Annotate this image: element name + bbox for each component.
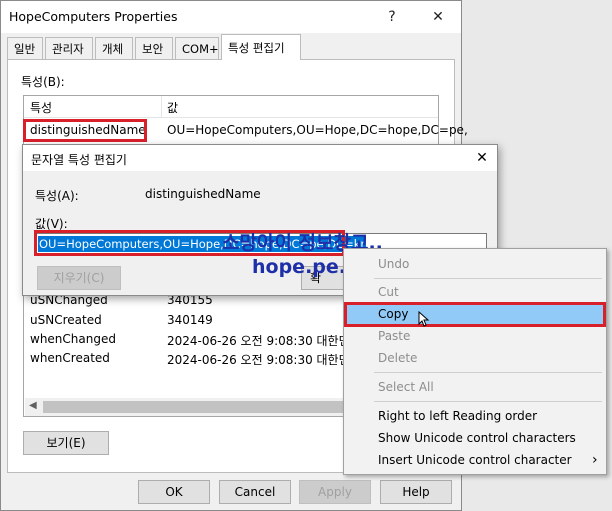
menu-item-cut[interactable]: Cut xyxy=(346,281,604,303)
tab-object[interactable]: 개체 xyxy=(95,37,133,59)
row-attribute-name: whenChanged xyxy=(30,332,116,346)
attributes-label: 특성(B): xyxy=(21,75,65,89)
row-attribute-value: 340149 xyxy=(167,313,213,327)
menu-item-select-all[interactable]: Select All xyxy=(346,376,604,398)
apply-button[interactable]: Apply xyxy=(299,480,371,504)
menu-item-insert-unicode-control[interactable]: Insert Unicode control character xyxy=(346,449,604,471)
attribute-field-value: distinguishedName xyxy=(145,187,261,201)
help-button[interactable]: ? xyxy=(377,5,407,29)
scroll-left-icon[interactable]: ◀ xyxy=(29,400,37,411)
dialog-close-icon[interactable]: ✕ xyxy=(471,147,493,169)
list-header: 특성 값 xyxy=(24,96,438,118)
menu-item-delete[interactable]: Delete xyxy=(346,347,604,369)
tab-manager[interactable]: 관리자 xyxy=(45,37,93,59)
menu-separator xyxy=(374,372,602,373)
close-button[interactable]: ✕ xyxy=(423,5,453,29)
annotation-box xyxy=(344,302,606,327)
submenu-chevron-icon: › xyxy=(592,452,598,468)
cancel-button[interactable]: Cancel xyxy=(219,480,291,504)
dialog-title: 문자열 특성 편집기 xyxy=(31,153,127,167)
menu-separator xyxy=(374,401,602,402)
view-button[interactable]: 보기(E) xyxy=(23,431,109,455)
clear-button[interactable]: 지우기(C) xyxy=(37,266,121,290)
column-divider[interactable] xyxy=(161,96,162,118)
tab-attribute-editor[interactable]: 특성 편집기 xyxy=(221,34,301,60)
row-attribute-value: OU=HopeComputers,OU=Hope,DC=hope,DC=pe, xyxy=(167,123,468,137)
title-bar[interactable]: HopeComputers Properties ? ✕ xyxy=(1,1,461,33)
menu-item-paste[interactable]: Paste xyxy=(346,325,604,347)
context-menu: Undo Cut Copy Paste Delete Select All Ri… xyxy=(343,248,607,475)
scrollbar-thumb[interactable] xyxy=(43,401,383,413)
menu-item-rtl-reading-order[interactable]: Right to left Reading order xyxy=(346,405,604,427)
menu-separator xyxy=(374,278,602,279)
annotation-box xyxy=(23,119,147,142)
menu-item-undo[interactable]: Undo xyxy=(346,253,604,275)
attribute-field-label: 특성(A): xyxy=(35,189,79,203)
tab-com-plus[interactable]: COM+ xyxy=(175,37,219,59)
help-footer-button[interactable]: Help xyxy=(380,480,452,504)
window-title: HopeComputers Properties xyxy=(9,9,178,24)
row-attribute-name: whenCreated xyxy=(30,351,110,365)
row-attribute-name: uSNCreated xyxy=(30,313,102,327)
tab-security[interactable]: 보안 xyxy=(135,37,173,59)
ok-button[interactable]: OK xyxy=(138,480,210,504)
column-value[interactable]: 값 xyxy=(167,99,178,116)
menu-item-show-unicode-control[interactable]: Show Unicode control characters xyxy=(346,427,604,449)
column-attribute[interactable]: 특성 xyxy=(30,99,52,116)
row-attribute-value: 2024-06-26 오전 9:08:30 대한민 xyxy=(167,353,350,367)
mouse-cursor-icon xyxy=(418,311,430,327)
dialog-title-bar[interactable]: 문자열 특성 편집기 ✕ xyxy=(23,145,497,171)
tab-general[interactable]: 일반 xyxy=(7,37,43,59)
row-attribute-value: 2024-06-26 오전 9:08:30 대한민 xyxy=(167,334,350,348)
